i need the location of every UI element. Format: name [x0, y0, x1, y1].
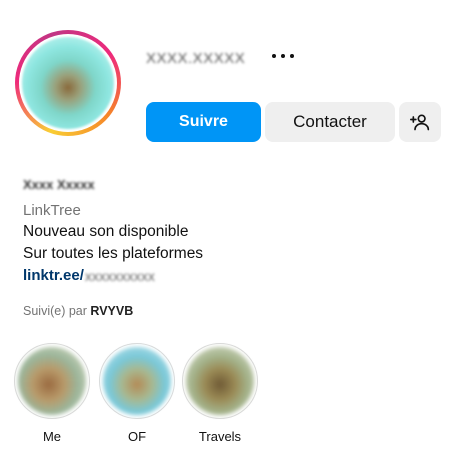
bio-line: Nouveau son disponible: [23, 223, 189, 240]
followed-by[interactable]: Suivi(e) par RVYVB: [23, 304, 133, 318]
followed-by-prefix: Suivi(e) par: [23, 304, 87, 318]
followed-by-user: RVYVB: [90, 304, 134, 318]
highlight-label: OF: [127, 429, 147, 444]
highlight-cover: [186, 347, 254, 415]
highlight-cover: [18, 347, 86, 415]
highlight-label: Travels: [198, 429, 242, 444]
contact-button[interactable]: Contacter: [265, 102, 395, 142]
profile-category: LinkTree: [23, 202, 81, 219]
bio-link[interactable]: linktr.ee/ xxxxxxxxxx: [23, 265, 423, 287]
highlight-label: Me: [42, 429, 62, 444]
add-person-icon: [410, 114, 430, 131]
follow-button[interactable]: Suivre: [146, 102, 261, 142]
profile-username: XXXX.XXXXX: [146, 50, 246, 67]
highlight-cover: [103, 347, 171, 415]
profile-bio: Xxxx Xxxxx LinkTree Nouveau son disponib…: [23, 177, 423, 287]
display-name: Xxxx Xxxxx: [23, 177, 95, 192]
bio-line: Sur toutes les plateformes: [23, 245, 204, 262]
story-highlight-of[interactable]: OF: [99, 343, 175, 444]
more-options-icon[interactable]: [270, 48, 296, 64]
suggested-accounts-button[interactable]: [399, 102, 441, 142]
bio-link-prefix: linktr.ee/: [23, 267, 84, 284]
profile-avatar[interactable]: [15, 30, 121, 136]
story-highlight-me[interactable]: Me: [14, 343, 90, 444]
avatar-image: [22, 37, 114, 129]
story-highlight-travels[interactable]: Travels: [182, 343, 258, 444]
bio-link-path: xxxxxxxxxx: [84, 268, 155, 284]
